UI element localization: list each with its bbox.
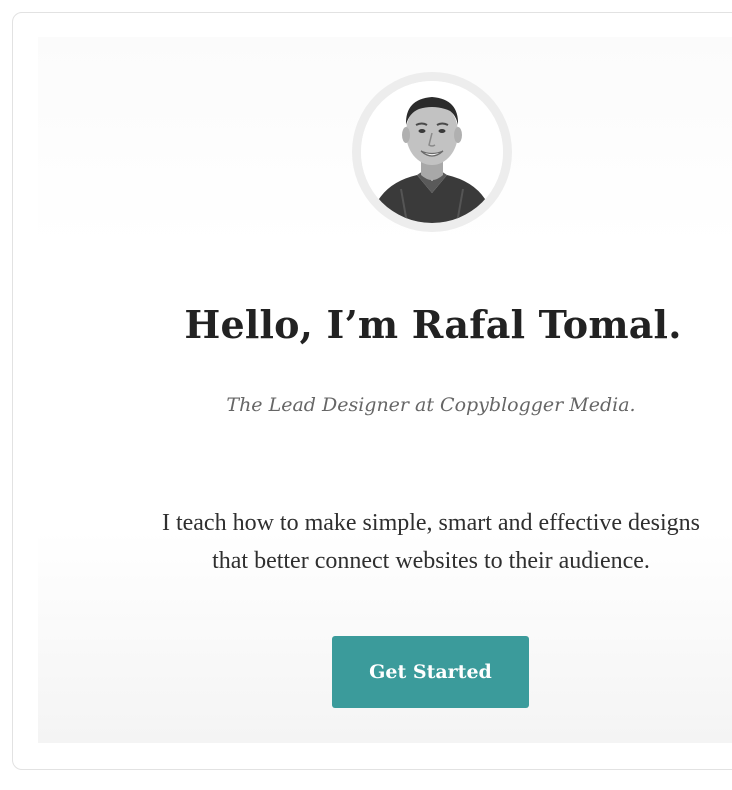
- avatar: [361, 81, 503, 223]
- hero-description-line-2: that better connect websites to their au…: [212, 548, 650, 574]
- hero-headline: Hello, I’m Rafal Tomal.: [184, 302, 682, 347]
- portrait-photo-icon: [361, 81, 503, 223]
- get-started-button[interactable]: Get Started: [332, 636, 529, 708]
- hero-subtitle: The Lead Designer at Copyblogger Media.: [226, 394, 636, 416]
- hero-description: I teach how to make simple, smart and ef…: [0, 504, 732, 580]
- hero-description-line-1: I teach how to make simple, smart and ef…: [161, 510, 701, 536]
